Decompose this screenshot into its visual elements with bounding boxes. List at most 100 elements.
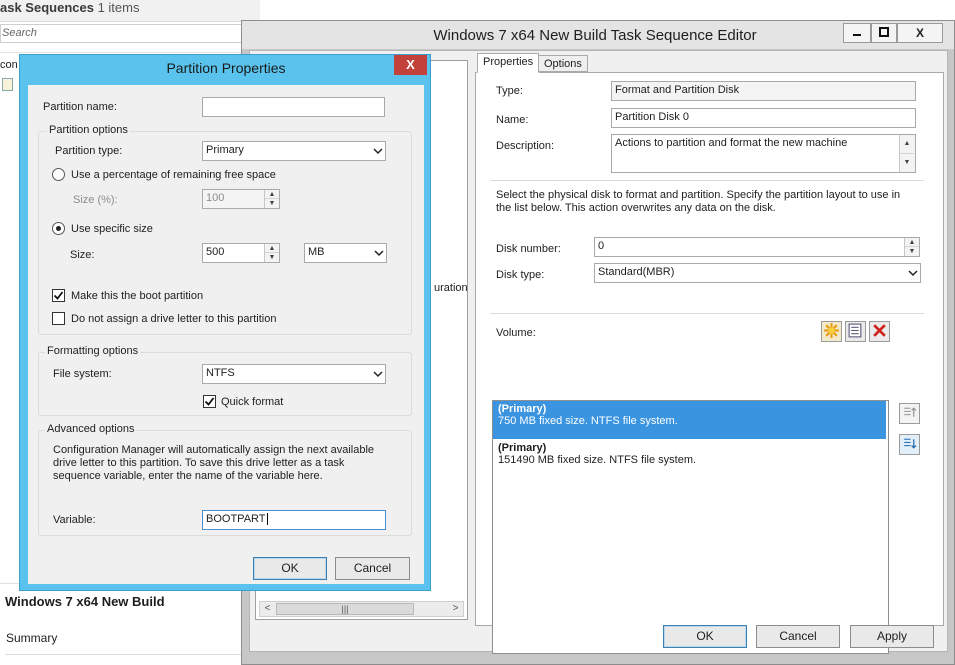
disk-number-spin[interactable]: ▲ ▼ (904, 238, 919, 256)
description-scrollbar[interactable]: ▲ ▼ (899, 135, 915, 172)
spin-down-icon[interactable]: ▼ (905, 247, 919, 256)
use-specific-size-label[interactable]: Use specific size (71, 223, 153, 235)
description-text: Actions to partition and format the new … (615, 137, 848, 149)
boot-partition-label[interactable]: Make this the boot partition (71, 290, 203, 302)
tree-horizontal-scrollbar[interactable]: < ||| > (259, 601, 464, 617)
spin-down-icon[interactable]: ▼ (265, 253, 279, 262)
disk-type-select[interactable]: Standard(MBR) (594, 263, 921, 283)
dialog-cancel-button[interactable]: Cancel (335, 557, 410, 580)
disk-number-label: Disk number: (496, 243, 561, 255)
editor-titlebar[interactable]: Windows 7 x64 New Build Task Sequence Ed… (242, 21, 954, 49)
size-percent-value: 100 (206, 192, 225, 204)
size-spin[interactable]: ▲ ▼ (264, 244, 279, 262)
partition-type-select[interactable]: Primary (202, 141, 386, 161)
dialog-client-area: Partition name: Partition options Partit… (28, 85, 424, 584)
move-down-icon (904, 438, 917, 449)
type-label: Type: (496, 85, 523, 97)
quick-format-label[interactable]: Quick format (221, 396, 283, 408)
no-drive-letter-label[interactable]: Do not assign a drive letter to this par… (71, 313, 276, 325)
volume-item[interactable]: (Primary) 750 MB fixed size. NTFS file s… (493, 401, 886, 439)
disk-number-stepper[interactable]: 0 ▲ ▼ (594, 237, 920, 257)
text-caret (266, 513, 268, 526)
dialog-title: Partition Properties (166, 60, 286, 76)
dialog-ok-button[interactable]: OK (253, 557, 327, 580)
chevron-down-icon (373, 148, 383, 155)
use-specific-size-radio[interactable] (52, 222, 65, 235)
checkmark-icon (53, 291, 64, 300)
list-column-fragment: con (0, 59, 18, 71)
scroll-left-icon[interactable]: < (260, 602, 275, 616)
tab-options[interactable]: Options (538, 55, 588, 72)
variable-label: Variable: (53, 514, 96, 526)
disk-type-value: Standard(MBR) (598, 266, 675, 278)
disk-type-label: Disk type: (496, 269, 545, 281)
description-field[interactable]: Actions to partition and format the new … (611, 134, 916, 173)
size-label: Size: (70, 249, 95, 261)
partition-properties-dialog: Partition Properties X Partition name: P… (19, 54, 431, 591)
details-title: Windows 7 x64 New Build (5, 594, 165, 609)
editor-ok-button[interactable]: OK (663, 625, 747, 648)
variable-value: BOOTPART (206, 513, 266, 525)
summary-tab[interactable]: Summary (6, 631, 57, 645)
chevron-down-icon (908, 270, 918, 277)
file-system-select[interactable]: NTFS (202, 364, 386, 384)
scroll-down-icon[interactable]: ▼ (900, 154, 914, 173)
use-percentage-label[interactable]: Use a percentage of remaining free space (71, 169, 276, 181)
scroll-up-icon[interactable]: ▲ (900, 135, 914, 154)
maximize-icon (879, 27, 889, 37)
volume-item-title: (Primary) (498, 442, 547, 454)
search-placeholder: Search (2, 27, 37, 39)
name-field[interactable]: Partition Disk 0 (611, 108, 916, 128)
move-up-button[interactable] (899, 403, 920, 424)
volume-item-detail: 151490 MB fixed size. NTFS file system. (498, 454, 697, 466)
spin-up-icon[interactable]: ▲ (905, 238, 919, 247)
editor-apply-button[interactable]: Apply (850, 625, 934, 648)
section-divider (490, 180, 924, 181)
minimize-button[interactable] (843, 23, 871, 43)
quick-format-checkbox[interactable] (203, 395, 216, 408)
console-title: ask Sequences 1 items (0, 0, 140, 15)
size-value: 500 (206, 246, 225, 258)
type-field: Format and Partition Disk (611, 81, 916, 101)
volume-item[interactable]: (Primary) 151490 MB fixed size. NTFS fil… (493, 440, 886, 478)
volume-properties-button[interactable] (845, 321, 866, 342)
file-system-label: File system: (53, 368, 112, 380)
volume-item-detail: 750 MB fixed size. NTFS file system. (498, 415, 678, 427)
partition-type-label: Partition type: (55, 145, 123, 157)
partition-name-label: Partition name: (43, 101, 117, 113)
size-percent-spin: ▲ ▼ (264, 190, 279, 208)
close-icon: X (915, 26, 924, 40)
delete-volume-button[interactable] (869, 321, 890, 342)
volume-label: Volume: (496, 327, 536, 339)
no-drive-letter-checkbox[interactable] (52, 312, 65, 325)
size-stepper[interactable]: 500 ▲ ▼ (202, 243, 280, 263)
editor-cancel-button[interactable]: Cancel (756, 625, 840, 648)
spin-up-icon[interactable]: ▲ (265, 244, 279, 253)
maximize-button[interactable] (871, 23, 897, 43)
file-system-value: NTFS (206, 367, 235, 379)
checkmark-icon (204, 397, 215, 406)
section-divider-2 (490, 313, 924, 314)
console-search-input[interactable]: Search (0, 24, 246, 43)
use-percentage-radio[interactable] (52, 168, 65, 181)
boot-partition-checkbox[interactable] (52, 289, 65, 302)
new-volume-button[interactable] (821, 321, 842, 342)
tab-properties[interactable]: Properties (477, 53, 540, 73)
variable-input[interactable]: BOOTPART (202, 510, 386, 530)
move-down-button[interactable] (899, 434, 920, 455)
details-pane: Windows 7 x64 New Build Summary (0, 583, 260, 665)
dialog-close-button[interactable]: X (394, 55, 427, 75)
partition-name-input[interactable] (202, 97, 385, 117)
details-divider (5, 654, 245, 655)
task-sequence-icon (2, 78, 13, 91)
size-unit-select[interactable]: MB (304, 243, 387, 263)
editor-close-button[interactable]: X (897, 23, 943, 43)
size-percent-label: Size (%): (73, 194, 118, 206)
description-label: Description: (496, 140, 555, 152)
properties-icon (848, 323, 862, 338)
starburst-new-icon (824, 323, 839, 338)
move-up-icon (904, 407, 917, 417)
scroll-right-icon[interactable]: > (448, 602, 463, 616)
advanced-options-title: Advanced options (45, 423, 137, 435)
scroll-thumb[interactable]: ||| (276, 603, 414, 615)
